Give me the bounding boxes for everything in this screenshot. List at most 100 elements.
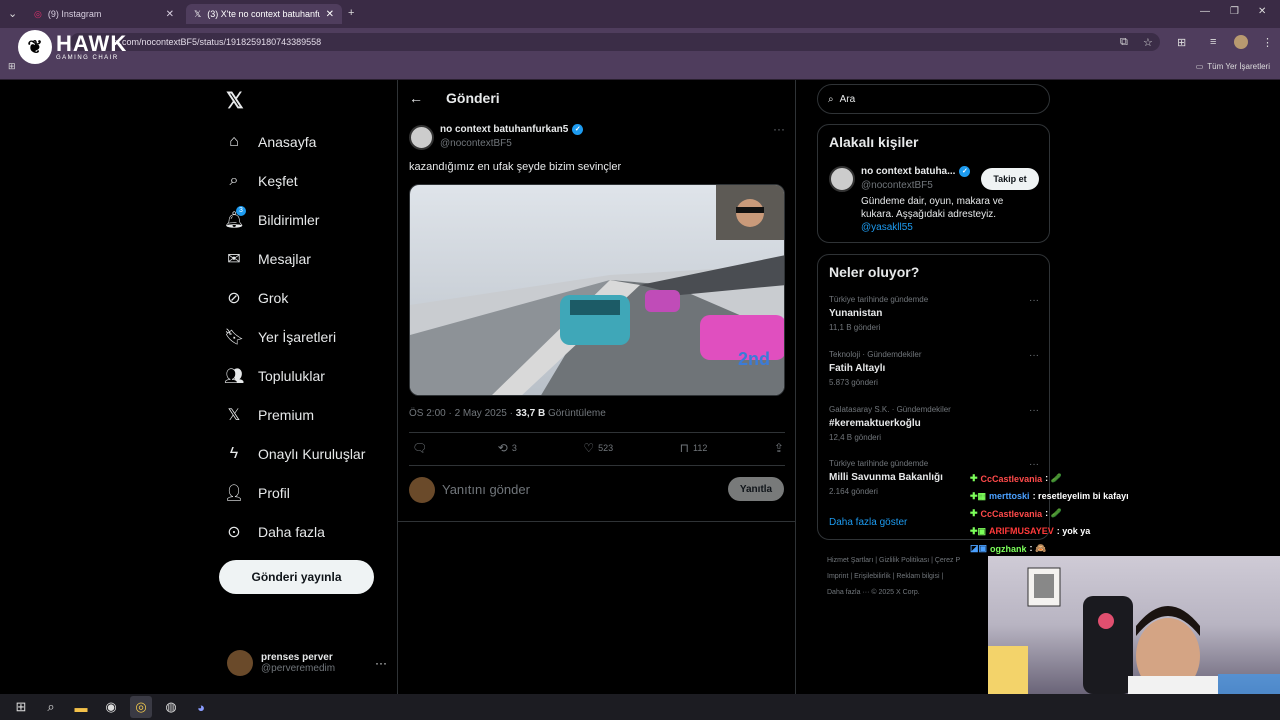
- nav-item-messages[interactable]: ✉ Mesajlar: [224, 239, 384, 278]
- more-circle-icon: ⊙: [227, 523, 241, 541]
- chat-text: : yok ya: [1056, 526, 1091, 537]
- tweet-author[interactable]: no context batuhanfurkan5 ✓: [440, 124, 584, 135]
- tweet-views: 33,7 B: [515, 408, 546, 419]
- bookmark-button[interactable]: ⊓ 112: [680, 441, 708, 455]
- search-placeholder: Ara: [839, 93, 856, 105]
- chat-text: : resetleyelim bi kafayı: [1032, 491, 1129, 502]
- nav-label: Topluluklar: [258, 367, 325, 384]
- more-icon[interactable]: ···: [773, 122, 785, 136]
- file-explorer-icon[interactable]: ▬: [70, 696, 92, 718]
- chat-message: ✚▣ ARIFMUSAYEV : yok ya: [970, 523, 1270, 541]
- reply-submit-button[interactable]: Yanıtla: [728, 477, 784, 501]
- chrome-icon[interactable]: ◎: [130, 696, 152, 718]
- show-more-link[interactable]: Daha fazla göster: [829, 517, 907, 528]
- like-button[interactable]: ♡ 523: [583, 441, 613, 455]
- back-arrow-icon[interactable]: ←: [409, 90, 423, 106]
- nav-item-grok[interactable]: ⊘ Grok: [224, 278, 384, 317]
- trend-item[interactable]: Galatasaray S.K. · Gündemdekiler #kerema…: [829, 405, 1039, 442]
- restore-icon[interactable]: ❐: [1230, 6, 1239, 17]
- account-switcher[interactable]: prenses perver @perveremedim ···: [227, 650, 387, 676]
- more-icon[interactable]: ···: [1029, 295, 1039, 306]
- avatar[interactable]: [829, 166, 855, 192]
- chat-user: ARIFMUSAYEV: [989, 526, 1054, 537]
- url-text: x.com/nocontextBF5/status/19182591807433…: [115, 37, 322, 47]
- more-icon[interactable]: ···: [1029, 459, 1039, 470]
- tweet-time[interactable]: ÖS 2:00 · 2 May 2025 ·: [409, 408, 516, 419]
- extensions-icon[interactable]: ⊞: [1177, 36, 1186, 49]
- profile-avatar[interactable]: [1234, 35, 1248, 49]
- new-tab-icon[interactable]: +: [348, 7, 354, 19]
- star-icon[interactable]: ☆: [1143, 36, 1153, 49]
- chat-user: ogzhank: [990, 543, 1027, 554]
- chat-message: ◪▣ ogzhank : 🙈: [970, 540, 1270, 558]
- tweet-handle[interactable]: @nocontextBF5: [440, 138, 512, 149]
- trend-topic: Fatih Altaylı: [829, 363, 886, 374]
- share-button[interactable]: ⇪: [774, 441, 784, 455]
- heart-icon: ♡: [583, 441, 595, 455]
- trend-item[interactable]: Teknoloji · Gündemdekiler Fatih Altaylı …: [829, 350, 1039, 387]
- all-bookmarks[interactable]: ▭ Tüm Yer İşaretleri: [1196, 62, 1270, 71]
- reading-list-icon[interactable]: ≡: [1210, 36, 1216, 48]
- person-name[interactable]: no context batuha... ✓: [861, 166, 971, 177]
- divider: [409, 432, 785, 433]
- close-icon[interactable]: ✕: [166, 9, 174, 20]
- nav-item-profile[interactable]: 👤︎ Profil: [224, 473, 384, 512]
- chat-text: : 🙈: [1029, 543, 1047, 554]
- search-input[interactable]: ⌕ Ara: [817, 84, 1050, 114]
- verified-icon: ✓: [572, 124, 584, 135]
- menu-icon[interactable]: ⋮: [1262, 36, 1273, 49]
- taskbar: ⊞ ⌕ ▬ ◉ ◎ ◍ ◕: [0, 694, 1280, 720]
- badge-icon: ✚: [970, 508, 978, 519]
- close-window-icon[interactable]: ✕: [1258, 6, 1266, 17]
- bio-link[interactable]: @yasakll55: [861, 222, 913, 233]
- nav-item-verified-orgs[interactable]: ϟ Onaylı Kuruluşlar: [224, 434, 384, 473]
- nav-item-premium[interactable]: 𝕏 Premium: [224, 395, 384, 434]
- reply-button[interactable]: 🗨︎: [412, 441, 431, 455]
- chat-text: : 🥒: [1045, 473, 1062, 484]
- search-icon[interactable]: ⌕: [40, 696, 62, 718]
- badge-icon: ✚▦: [970, 490, 987, 501]
- obs-icon[interactable]: ◍: [160, 696, 182, 718]
- tweet-meta: ÖS 2:00 · 2 May 2025 · 33,7 B Görüntülem…: [409, 408, 606, 419]
- chat-message: ✚ CcCastlevania : 🥒: [970, 470, 1270, 488]
- lightning-icon: ϟ: [229, 444, 239, 462]
- tab-instagram[interactable]: ◎ (9) Instagram ✕: [26, 4, 182, 24]
- app-icon[interactable]: ◉: [100, 696, 122, 718]
- retweet-icon: ⟲: [497, 441, 508, 455]
- apps-icon[interactable]: ⊞: [8, 61, 16, 72]
- url-bar[interactable]: x.com/nocontextBF5/status/19182591807433…: [70, 33, 1160, 51]
- nav-item-more[interactable]: ⊙ Daha fazla: [224, 512, 384, 551]
- tweet-video[interactable]: 2nd: [409, 184, 785, 396]
- account-handle: @perveremedim: [261, 663, 336, 674]
- reply-input[interactable]: Yanıtını gönder: [442, 482, 530, 497]
- nav-item-notifications[interactable]: 🔔︎ 3 Bildirimler: [224, 200, 384, 239]
- chat-user: merttoski: [989, 491, 1030, 502]
- windows-start-icon[interactable]: ⊞: [10, 696, 32, 718]
- nav-item-communities[interactable]: 👥︎ Topluluklar: [224, 356, 384, 395]
- bookmark-icon: ⊓: [679, 441, 690, 455]
- trend-item[interactable]: Türkiye tarihinde gündemde Yunanistan 11…: [829, 295, 1039, 332]
- race-game-frame: 2nd: [410, 185, 784, 395]
- tab-search-icon[interactable]: ⌄: [8, 7, 17, 20]
- install-icon[interactable]: ⧉: [1120, 36, 1128, 49]
- tweet-text: kazandığımız en ufak şeyde bizim sevinçl…: [409, 161, 622, 173]
- nav-item-bookmarks[interactable]: 🔖︎ Yer İşaretleri: [224, 317, 384, 356]
- badge-icon: ◪▣: [970, 543, 988, 554]
- nav-item-explore[interactable]: ⌕ Keşfet: [224, 161, 384, 200]
- nav-label: Bildirimler: [258, 211, 320, 228]
- more-icon[interactable]: ···: [1029, 350, 1039, 361]
- more-icon[interactable]: ···: [375, 656, 387, 670]
- avatar[interactable]: [409, 125, 434, 150]
- discord-icon[interactable]: ◕: [190, 696, 212, 718]
- follow-button[interactable]: Takip et: [981, 168, 1039, 190]
- retweet-button[interactable]: ⟲ 3: [498, 441, 517, 455]
- close-icon[interactable]: ✕: [326, 9, 334, 20]
- nav-item-home[interactable]: ⌂ Anasayfa: [224, 122, 384, 161]
- x-logo[interactable]: 𝕏: [226, 88, 244, 114]
- badge-icon: ✚▣: [970, 525, 987, 536]
- more-icon[interactable]: ···: [1029, 405, 1039, 416]
- post-button[interactable]: Gönderi yayınla: [219, 560, 374, 594]
- person-handle[interactable]: @nocontextBF5: [861, 180, 933, 191]
- minimize-icon[interactable]: —: [1200, 6, 1210, 17]
- tab-x[interactable]: 𝕏 (3) X'te no context batuhanfurk ✕: [186, 4, 342, 24]
